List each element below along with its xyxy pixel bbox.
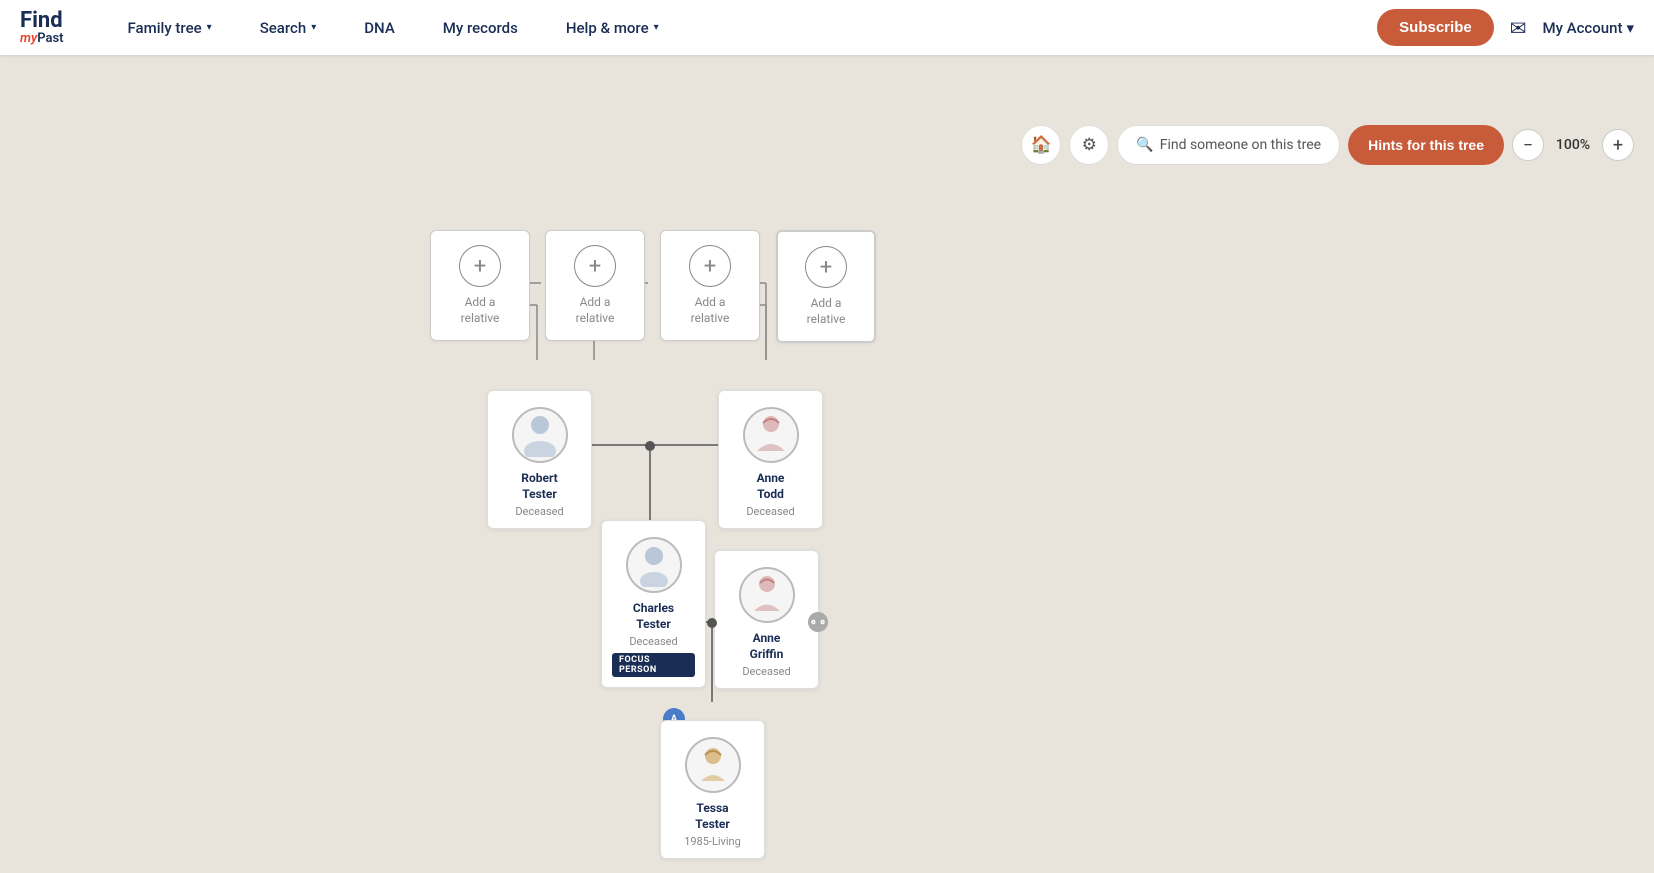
nav-links: Family tree ▾ Search ▾ DNA My records He… (104, 0, 1378, 55)
add-label-3: Add arelative (691, 295, 730, 326)
marriage-dot-2 (707, 618, 717, 628)
add-label-2: Add arelative (576, 295, 615, 326)
nav-help[interactable]: Help & more ▾ (542, 0, 683, 55)
tessa-status: 1985-Living (684, 835, 741, 848)
connector-lines (0, 55, 1654, 873)
anne-griffin-avatar (739, 567, 795, 623)
logo-mypast: myPast (20, 32, 64, 45)
robert-status: Deceased (515, 505, 563, 518)
help-chevron-icon: ▾ (654, 22, 659, 33)
robert-avatar (512, 407, 568, 463)
account-menu[interactable]: My Account ▾ (1542, 19, 1634, 37)
account-chevron-icon: ▾ (1626, 19, 1634, 37)
focus-badge: FOCUS PERSON (612, 653, 695, 677)
charles-status: Deceased (629, 635, 677, 648)
add-relative-3[interactable]: + Add arelative (660, 230, 760, 341)
hints-button[interactable]: Hints for this tree (1348, 125, 1504, 165)
find-person-button[interactable]: 🔍 Find someone on this tree (1117, 125, 1340, 165)
zoom-controls: − 100% + (1512, 129, 1634, 161)
nav-dna[interactable]: DNA (340, 0, 419, 55)
nav-family-tree[interactable]: Family tree ▾ (104, 0, 236, 55)
logo-my: my (20, 31, 37, 46)
anne-griffin-status: Deceased (742, 665, 790, 678)
nav-right: Subscribe ✉ My Account ▾ (1377, 9, 1634, 46)
add-icon-4: + (805, 246, 847, 288)
zoom-out-button[interactable]: − (1512, 129, 1544, 161)
anne-griffin-card[interactable]: AnneGriffin Deceased (714, 550, 819, 689)
add-icon-3: + (689, 245, 731, 287)
add-label-4: Add arelative (807, 296, 846, 327)
search-chevron-icon: ▾ (311, 22, 316, 33)
anne-todd-name: AnneTodd (757, 471, 785, 502)
marriage-dot-1 (645, 441, 655, 451)
tessa-avatar (685, 737, 741, 793)
family-tree-chevron-icon: ▾ (207, 22, 212, 33)
home-button[interactable]: 🏠 (1021, 125, 1061, 165)
hint-icon[interactable]: ⚬⚬ (808, 612, 828, 632)
nav-my-records[interactable]: My records (419, 0, 542, 55)
anne-todd-avatar (743, 407, 799, 463)
charles-tester-card[interactable]: CharlesTester Deceased FOCUS PERSON (601, 520, 706, 688)
nav-search[interactable]: Search ▾ (236, 0, 341, 55)
anne-griffin-name: AnneGriffin (750, 631, 784, 662)
settings-button[interactable]: ⚙ (1069, 125, 1109, 165)
logo[interactable]: Find myPast (20, 10, 64, 45)
tessa-name: TessaTester (695, 801, 729, 832)
add-relative-4[interactable]: + Add arelative (776, 230, 876, 343)
anne-todd-card[interactable]: AnneTodd Deceased (718, 390, 823, 529)
logo-find: Find (20, 10, 64, 32)
robert-tester-card[interactable]: RobertTester Deceased (487, 390, 592, 529)
mail-icon[interactable]: ✉ (1510, 16, 1527, 40)
add-label-1: Add arelative (461, 295, 500, 326)
add-relative-2[interactable]: + Add arelative (545, 230, 645, 341)
tree-toolbar: 🏠 ⚙ 🔍 Find someone on this tree Hints fo… (1021, 125, 1634, 165)
charles-avatar (626, 537, 682, 593)
add-icon-1: + (459, 245, 501, 287)
zoom-in-button[interactable]: + (1602, 129, 1634, 161)
tessa-tester-card[interactable]: TessaTester 1985-Living (660, 720, 765, 859)
navbar: Find myPast Family tree ▾ Search ▾ DNA M… (0, 0, 1654, 55)
tree-canvas: 🏠 ⚙ 🔍 Find someone on this tree Hints fo… (0, 55, 1654, 873)
search-icon: 🔍 (1136, 137, 1153, 153)
charles-name: CharlesTester (633, 601, 674, 632)
add-icon-2: + (574, 245, 616, 287)
robert-name: RobertTester (521, 471, 557, 502)
anne-todd-status: Deceased (746, 505, 794, 518)
zoom-level: 100% (1552, 137, 1594, 153)
add-relative-1[interactable]: + Add arelative (430, 230, 530, 341)
subscribe-button[interactable]: Subscribe (1377, 9, 1494, 46)
